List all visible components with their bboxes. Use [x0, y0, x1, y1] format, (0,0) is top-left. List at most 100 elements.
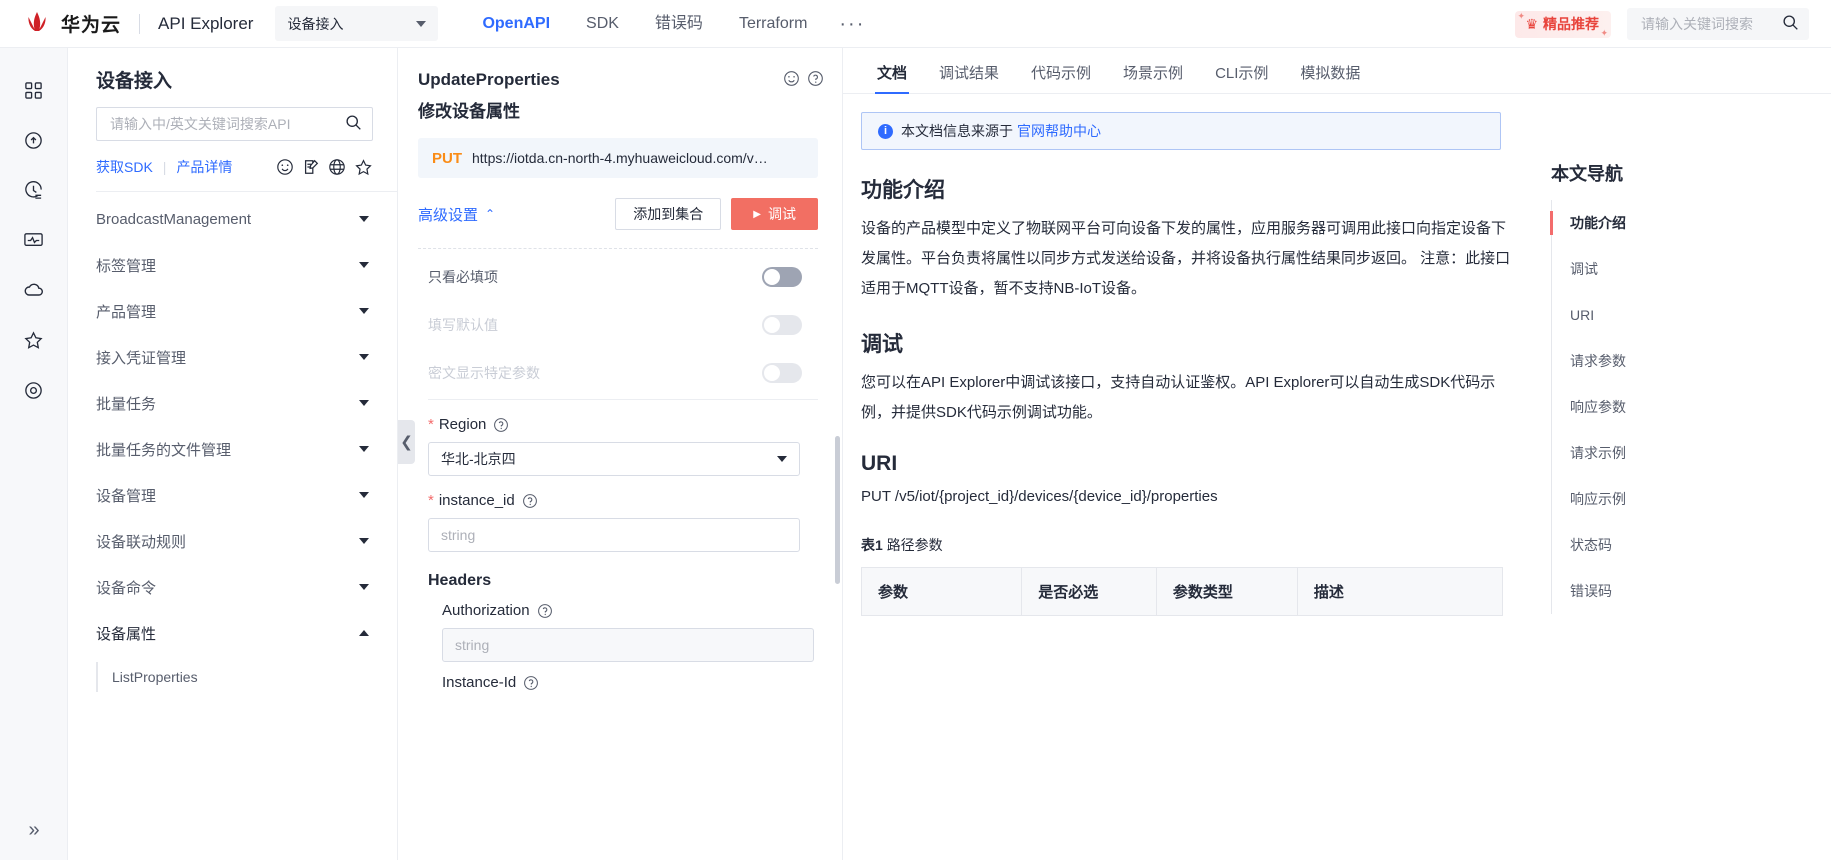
api-group-batch-task[interactable]: 批量任务	[68, 380, 397, 426]
advanced-settings-row: 高级设置 ⌃ 添加到集合 ▶ 调试	[418, 198, 818, 230]
toc-item-intro[interactable]: 功能介绍	[1550, 200, 1831, 246]
target-icon[interactable]	[12, 368, 56, 412]
table-caption: 表1 路径参数	[861, 535, 1513, 555]
tab-debug-result[interactable]: 调试结果	[923, 62, 1015, 93]
star-icon[interactable]	[12, 318, 56, 362]
region-select[interactable]: 华北-北京四	[428, 442, 800, 476]
field-instance-id-header: Instance-Id	[418, 674, 818, 691]
search-icon[interactable]	[1782, 14, 1799, 34]
tab-code-example[interactable]: 代码示例	[1015, 62, 1107, 93]
help-circle-icon[interactable]	[807, 70, 824, 87]
toc-item-response-params[interactable]: 响应参数	[1552, 384, 1831, 430]
smiley-icon[interactable]	[276, 158, 294, 176]
tab-doc[interactable]: 文档	[861, 62, 923, 94]
rail-expand-button[interactable]: »	[0, 819, 68, 842]
global-search-input[interactable]: 请输入关键词搜索	[1627, 8, 1809, 40]
field-label-text: instance_id	[438, 492, 515, 509]
section-separator	[428, 399, 818, 400]
search-icon-sidebar[interactable]	[345, 114, 362, 134]
chevron-down-icon	[359, 538, 369, 544]
field-instance-id: * instance_id string	[418, 492, 818, 552]
api-group-device-properties[interactable]: 设备属性	[68, 610, 397, 656]
toc-item-error-codes[interactable]: 错误码	[1552, 568, 1831, 614]
toggle-label: 只看必填项	[428, 269, 498, 285]
tab-terraform[interactable]: Terraform	[721, 0, 825, 48]
api-group-label: 产品管理	[96, 303, 157, 321]
toc-item-request-params[interactable]: 请求参数	[1552, 338, 1831, 384]
api-group-tag-management[interactable]: 标签管理	[68, 242, 397, 288]
chevron-down-icon	[359, 584, 369, 590]
monitor-icon[interactable]	[12, 218, 56, 262]
brand-logo[interactable]: 华为云	[0, 9, 121, 39]
instance-id-input[interactable]: string	[428, 518, 800, 552]
tab-more-icon[interactable]: ···	[825, 0, 879, 48]
chevron-down-icon	[359, 308, 369, 314]
top-right-area: ✦ ♛ 精品推荐 ✦ 请输入关键词搜索	[1515, 0, 1809, 48]
tab-scenario-example[interactable]: 场景示例	[1107, 62, 1199, 93]
advanced-settings-label: 高级设置	[418, 206, 479, 224]
section-title-intro: 功能介绍	[861, 179, 945, 202]
globe-icon[interactable]	[328, 158, 346, 176]
api-group-device-command[interactable]: 设备命令	[68, 564, 397, 610]
promo-badge[interactable]: ✦ ♛ 精品推荐 ✦	[1515, 10, 1611, 38]
advanced-settings-toggle[interactable]: 高级设置 ⌃	[418, 204, 495, 225]
promo-label: 精品推荐	[1543, 16, 1599, 32]
table-of-contents: 本文导航 功能介绍 调试 URI 请求参数 响应参数 请求示例 响应示例 状态码…	[1531, 140, 1831, 860]
api-search-input[interactable]: 请输入中/英文关键词搜索API	[96, 107, 373, 141]
toc-item-debug[interactable]: 调试	[1552, 246, 1831, 292]
toc-item-uri[interactable]: URI	[1552, 292, 1831, 338]
api-group-label: BroadcastManagement	[96, 210, 252, 228]
api-group-product-management[interactable]: 产品管理	[68, 288, 397, 334]
doc-tabs: 文档 调试结果 代码示例 场景示例 CLI示例 模拟数据	[843, 48, 1831, 94]
get-sdk-link[interactable]: 获取SDK	[96, 157, 153, 177]
cloud-icon[interactable]	[12, 268, 56, 312]
field-region: * Region 华北-北京四	[418, 416, 818, 476]
help-center-link[interactable]: 官网帮助中心	[1017, 121, 1101, 141]
feedback-edit-icon[interactable]	[302, 158, 320, 176]
smiley-icon[interactable]	[783, 70, 800, 87]
deploy-icon[interactable]	[12, 118, 56, 162]
debug-panel-scrollbar[interactable]	[835, 436, 840, 584]
chevron-down-icon	[359, 216, 369, 222]
http-method: PUT	[432, 149, 462, 167]
add-to-collection-button[interactable]: 添加到集合	[615, 198, 722, 230]
api-group-batch-task-file[interactable]: 批量任务的文件管理	[68, 426, 397, 472]
debug-button[interactable]: ▶ 调试	[731, 198, 818, 230]
request-url-bar[interactable]: PUT https://iotda.cn-north-4.myhuaweiclo…	[418, 138, 818, 178]
toc-item-request-example[interactable]: 请求示例	[1552, 430, 1831, 476]
tab-mock-data[interactable]: 模拟数据	[1284, 62, 1376, 93]
product-detail-link[interactable]: 产品详情	[176, 157, 232, 177]
tab-openapi[interactable]: OpenAPI	[464, 0, 568, 48]
help-circle-icon[interactable]	[493, 417, 509, 433]
doc-column: 功能介绍 设备的产品模型中定义了物联网平台可向设备下发的属性，应用服务器可调用此…	[861, 174, 1513, 616]
service-selector[interactable]: 设备接入	[275, 6, 439, 41]
api-group-label: 设备联动规则	[96, 533, 187, 551]
api-group-access-credential[interactable]: 接入凭证管理	[68, 334, 397, 380]
fill-defaults-switch[interactable]	[762, 315, 802, 335]
global-search-placeholder: 请输入关键词搜索	[1641, 16, 1753, 32]
tab-cli-example[interactable]: CLI示例	[1199, 62, 1284, 93]
help-circle-icon[interactable]	[537, 603, 553, 619]
history-clock-icon[interactable]	[12, 168, 56, 212]
toc-item-response-example[interactable]: 响应示例	[1552, 476, 1831, 522]
chevron-double-right-icon: »	[28, 819, 40, 841]
mask-params-switch[interactable]	[762, 363, 802, 383]
authorization-input[interactable]: string	[442, 628, 814, 662]
api-item-listproperties[interactable]: ListProperties	[68, 656, 397, 698]
help-circle-icon[interactable]	[523, 675, 539, 691]
top-navigation-bar: 华为云 API Explorer 设备接入 OpenAPI SDK 错误码 Te…	[0, 0, 1831, 48]
apps-grid-icon[interactable]	[12, 68, 56, 112]
page-body: » 设备接入 请输入中/英文关键词搜索API 获取SDK | 产品详情 Broa…	[0, 48, 1831, 860]
api-group-device-linkage-rule[interactable]: 设备联动规则	[68, 518, 397, 564]
star-outline-icon[interactable]	[354, 158, 373, 177]
required-only-switch[interactable]	[762, 267, 802, 287]
help-circle-icon[interactable]	[522, 493, 538, 509]
table-caption-text: 路径参数	[886, 537, 943, 553]
api-group-device-management[interactable]: 设备管理	[68, 472, 397, 518]
tab-sdk[interactable]: SDK	[568, 0, 637, 48]
tab-error-codes[interactable]: 错误码	[637, 0, 721, 48]
panel-collapse-handle[interactable]: ❮	[398, 420, 415, 464]
toc-item-status-codes[interactable]: 状态码	[1552, 522, 1831, 568]
api-group-broadcastmanagement[interactable]: BroadcastManagement	[68, 196, 397, 242]
headers-section-title: Headers	[428, 572, 492, 589]
